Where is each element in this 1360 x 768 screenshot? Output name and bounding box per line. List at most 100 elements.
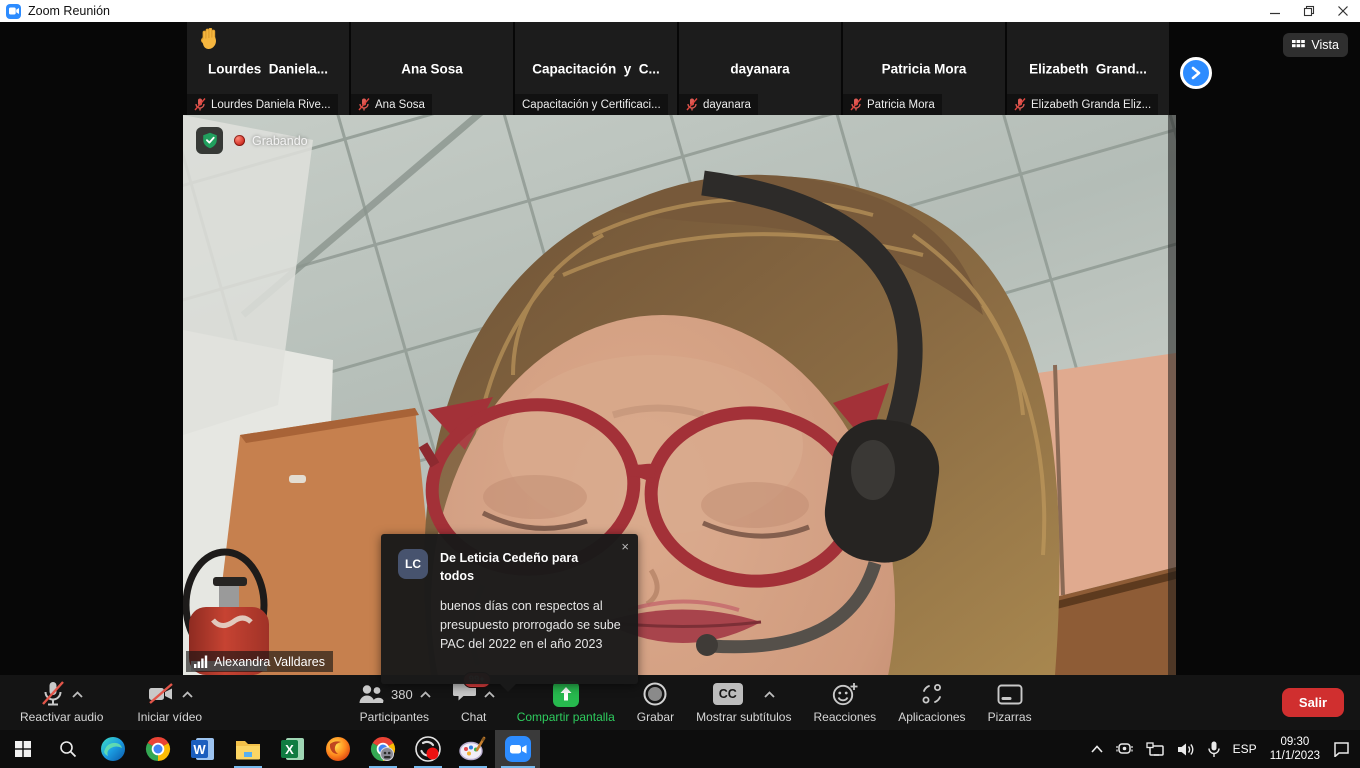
participant-tile[interactable]: Capacitación y C... Capacitación y Certi… xyxy=(515,22,677,115)
clock-date: 11/1/2023 xyxy=(1270,749,1320,763)
filmstrip-tiles: Lourdes Daniela... Lourdes Daniela Rive.… xyxy=(187,22,1169,115)
recording-indicator[interactable]: Grabando xyxy=(234,134,308,148)
participant-tile[interactable]: Elizabeth Grand... Elizabeth Granda Eliz… xyxy=(1007,22,1169,115)
closed-captions-icon: CC xyxy=(713,683,743,705)
participant-tile[interactable]: dayanara dayanara xyxy=(679,22,841,115)
speaker-name-label: Alexandra Valldares xyxy=(186,651,333,672)
apps-icon xyxy=(920,682,944,706)
windows-logo-icon xyxy=(15,741,31,757)
whiteboards-button[interactable]: Pizarras xyxy=(982,675,1038,730)
search-button[interactable] xyxy=(45,730,90,768)
restore-button[interactable] xyxy=(1292,0,1326,22)
security-shield-icon[interactable] xyxy=(196,127,223,154)
participants-chevron[interactable] xyxy=(420,691,431,698)
chrome-icon xyxy=(145,736,171,762)
view-button[interactable]: Vista xyxy=(1283,33,1348,57)
tray-expand-chevron[interactable] xyxy=(1091,745,1103,753)
firefox-icon xyxy=(325,736,351,762)
sender-avatar: LC xyxy=(398,549,428,579)
chat-notification-popup[interactable]: × LC De Leticia Cedeño para todos buenos… xyxy=(381,534,638,684)
word-icon: W xyxy=(191,737,215,761)
chat-chevron[interactable] xyxy=(484,691,495,698)
taskbar-app-edge[interactable] xyxy=(90,730,135,768)
zoom-taskbar-icon xyxy=(505,736,531,762)
captions-button[interactable]: CC Mostrar subtítulos xyxy=(690,675,797,730)
participant-label-text: Lourdes Daniela Rive... xyxy=(211,99,331,111)
participant-label-text: Ana Sosa xyxy=(375,99,425,111)
close-button[interactable] xyxy=(1326,0,1360,22)
taskbar-app-chrome-profile[interactable] xyxy=(360,730,405,768)
window-title: Zoom Reunión xyxy=(28,4,110,18)
chat-popup-title: De Leticia Cedeño para todos xyxy=(440,549,608,585)
microphone-icon[interactable] xyxy=(1208,741,1220,758)
participant-label-text: Capacitación y Certificaci... xyxy=(522,99,661,111)
speaker-icon[interactable] xyxy=(1177,742,1195,757)
taskbar-app-paint3d[interactable] xyxy=(450,730,495,768)
start-button[interactable] xyxy=(0,730,45,768)
clock-time: 09:30 xyxy=(1270,735,1320,749)
participant-tile[interactable]: Ana Sosa Ana Sosa xyxy=(351,22,513,115)
muted-mic-icon xyxy=(850,98,862,111)
participant-name: dayanara xyxy=(679,61,841,76)
chevron-right-icon xyxy=(1190,66,1202,80)
minimize-button[interactable] xyxy=(1258,0,1292,22)
audio-level-icon xyxy=(194,655,208,668)
leave-meeting-button[interactable]: Salir xyxy=(1282,688,1344,717)
next-participants-button[interactable] xyxy=(1180,57,1212,89)
taskbar-app-file-explorer[interactable] xyxy=(225,730,270,768)
network-icon[interactable] xyxy=(1146,742,1164,757)
participant-label: Patricia Mora xyxy=(843,94,942,115)
start-video-button[interactable]: Iniciar vídeo xyxy=(131,675,208,730)
participants-count: 380 xyxy=(391,687,413,702)
reactions-smiley-icon xyxy=(832,682,858,706)
taskbar-app-obs[interactable] xyxy=(405,730,450,768)
language-indicator[interactable]: ESP xyxy=(1233,742,1257,756)
participant-label: Ana Sosa xyxy=(351,94,432,115)
view-button-label: Vista xyxy=(1311,38,1339,52)
whiteboard-icon xyxy=(997,684,1023,705)
windows-taskbar: W X xyxy=(0,730,1360,768)
reactions-button[interactable]: Reacciones xyxy=(807,675,882,730)
grid-view-icon xyxy=(1292,40,1305,51)
apps-button[interactable]: Aplicaciones xyxy=(892,675,971,730)
svg-text:X: X xyxy=(285,742,294,757)
participants-icon xyxy=(358,683,384,705)
excel-icon: X xyxy=(281,737,305,761)
popup-close-icon[interactable]: × xyxy=(621,540,629,553)
notifications-icon[interactable] xyxy=(1333,741,1350,757)
participant-name: Patricia Mora xyxy=(843,61,1005,76)
muted-mic-icon xyxy=(194,98,206,111)
camera-in-use-icon[interactable] xyxy=(1116,741,1133,757)
participant-name: Ana Sosa xyxy=(351,61,513,76)
edge-icon xyxy=(100,736,126,762)
taskbar-app-word[interactable]: W xyxy=(180,730,225,768)
record-button[interactable]: Grabar xyxy=(631,675,680,730)
chrome-profile-icon xyxy=(370,736,396,762)
record-icon xyxy=(643,682,667,706)
file-explorer-icon xyxy=(235,738,261,760)
audio-options-chevron[interactable] xyxy=(72,691,83,698)
meeting-toolbar: Reactivar audio Iniciar vídeo xyxy=(0,675,1360,730)
participant-label-text: Patricia Mora xyxy=(867,99,935,111)
paint-3d-icon xyxy=(459,736,486,762)
window-titlebar: Zoom Reunión xyxy=(0,0,1360,22)
participant-tile[interactable]: Patricia Mora Patricia Mora xyxy=(843,22,1005,115)
participant-label: Lourdes Daniela Rive... xyxy=(187,94,338,115)
unmute-audio-button[interactable]: Reactivar audio xyxy=(14,675,109,730)
participant-tile[interactable]: Lourdes Daniela... Lourdes Daniela Rive.… xyxy=(187,22,349,115)
taskbar-app-excel[interactable]: X xyxy=(270,730,315,768)
share-screen-icon xyxy=(553,681,579,707)
participant-label-text: Elizabeth Granda Eliz... xyxy=(1031,99,1151,111)
active-speaker-video: Grabando Alexandra Valldares xyxy=(183,115,1176,675)
clock[interactable]: 09:30 11/1/2023 xyxy=(1270,735,1320,764)
chat-popup-message: buenos días con respectos al presupuesto… xyxy=(440,597,622,653)
video-options-chevron[interactable] xyxy=(182,691,193,698)
participant-name: Elizabeth Grand... xyxy=(1007,61,1169,76)
taskbar-app-firefox[interactable] xyxy=(315,730,360,768)
taskbar-app-zoom[interactable] xyxy=(495,730,540,768)
obs-icon xyxy=(415,736,441,762)
participant-name: Lourdes Daniela... xyxy=(187,61,349,76)
captions-chevron[interactable] xyxy=(764,691,775,698)
taskbar-app-chrome[interactable] xyxy=(135,730,180,768)
participant-label-text: dayanara xyxy=(703,99,751,111)
